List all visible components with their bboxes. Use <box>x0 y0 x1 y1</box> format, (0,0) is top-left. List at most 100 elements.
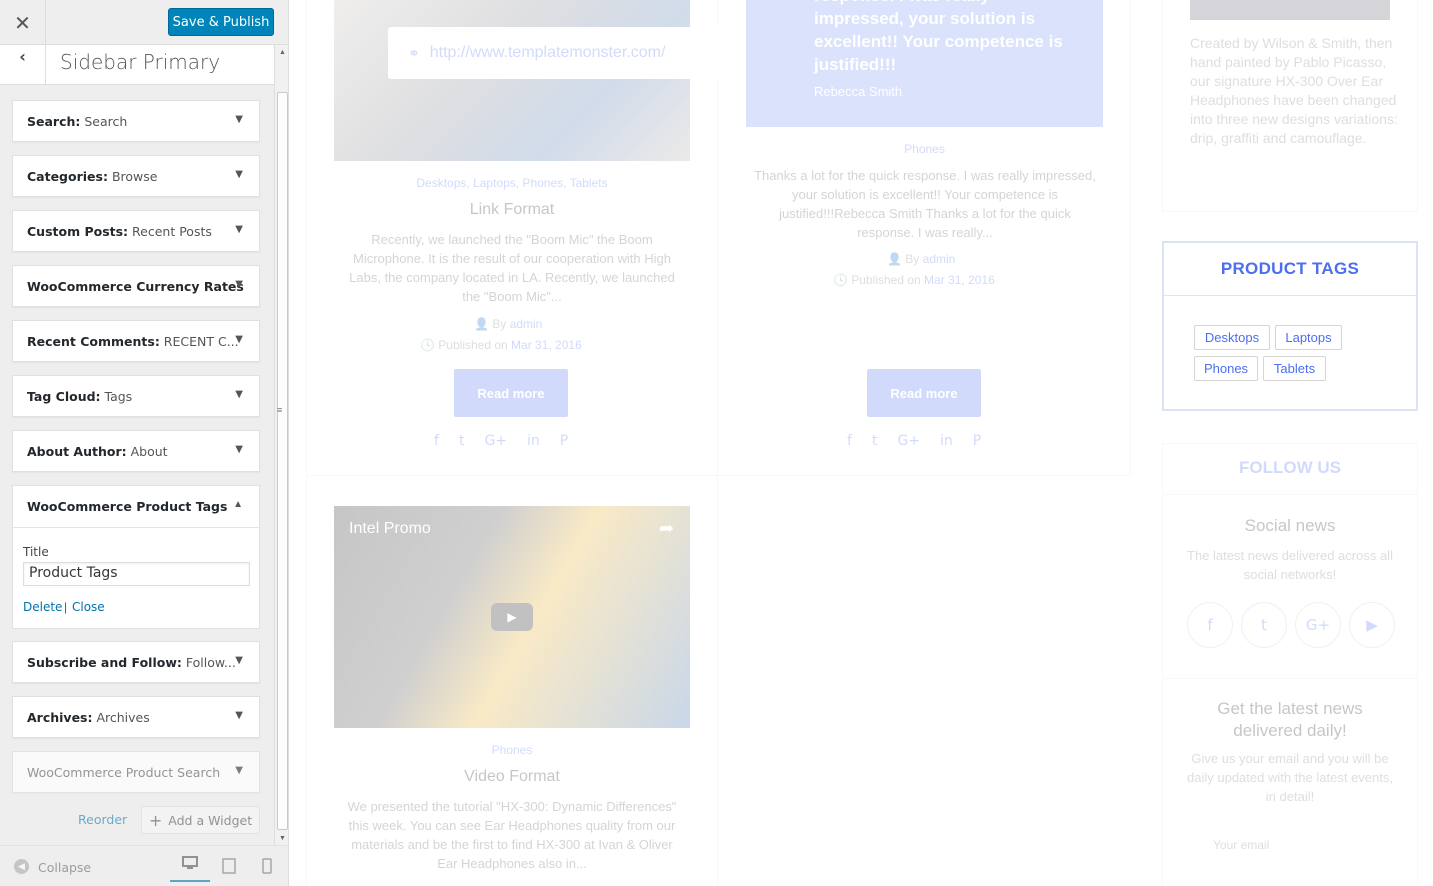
post-date-meta: 🕓 Published on Mar 31, 2016 <box>420 338 582 352</box>
save-publish-button[interactable]: Save & Publish <box>168 8 274 36</box>
expand-arrow-icon[interactable]: ▼ <box>235 389 243 400</box>
social-news-title: Social news <box>1244 516 1336 535</box>
link-separator: | <box>64 600 68 614</box>
author-link[interactable]: admin <box>923 252 956 266</box>
link-url[interactable]: http://www.templatemonster.com/ <box>430 44 666 62</box>
product-image[interactable] <box>1190 0 1390 20</box>
close-customizer-button[interactable]: ✕ <box>0 0 46 45</box>
linkedin-icon[interactable]: in <box>527 433 540 449</box>
expand-arrow-icon[interactable]: ▼ <box>235 334 243 345</box>
email-input[interactable]: Your email <box>1213 838 1269 852</box>
post-categories[interactable]: Desktops, Laptops, Phones, Tablets <box>334 176 690 190</box>
expand-arrow-icon[interactable]: ▼ <box>235 444 243 455</box>
widget-title: Tag Cloud: <box>27 389 101 404</box>
widget-tag-cloud[interactable]: Tag Cloud: Tags ▼ <box>12 375 260 417</box>
facebook-icon[interactable]: f <box>1187 602 1233 648</box>
tag-desktops[interactable]: Desktops <box>1194 325 1270 350</box>
play-icon[interactable]: ▶ <box>491 603 533 631</box>
share-icon[interactable]: ➦ <box>659 518 674 539</box>
panel-scrollbar[interactable]: ▲ ≡ ▼ <box>274 45 288 845</box>
widget-custom-posts[interactable]: Custom Posts: Recent Posts ▼ <box>12 210 260 252</box>
product-tags-widget: PRODUCT TAGS Desktops Laptops Phones Tab… <box>1162 241 1418 411</box>
link-box[interactable]: ⚭ http://www.templatemonster.com/ <box>388 27 722 79</box>
read-more-button[interactable]: Read more <box>867 369 981 417</box>
video-embed[interactable]: Intel Promo ➦ ▶ <box>334 506 690 728</box>
pinterest-icon[interactable]: P <box>560 433 568 449</box>
widget-subtitle: Archives <box>92 710 150 725</box>
section-header: ‹ Sidebar Primary <box>0 45 274 85</box>
widget-header[interactable]: WooCommerce Product Tags ▲ <box>13 486 259 528</box>
widget-title: Recent Comments: <box>27 334 160 349</box>
facebook-icon[interactable]: f <box>847 433 852 449</box>
follow-us-title: FOLLOW US <box>1239 458 1341 477</box>
add-widget-button[interactable]: + Add a Widget <box>141 806 260 834</box>
share-icons: f t G+ in P <box>847 433 981 449</box>
widget-subtitle: Follow... <box>181 655 236 670</box>
widget-subtitle: Search <box>80 114 128 129</box>
tag-laptops[interactable]: Laptops <box>1275 325 1342 350</box>
widget-archives[interactable]: Archives: Archives ▼ <box>12 696 260 738</box>
widget-about-author[interactable]: About Author: About ▼ <box>12 430 260 472</box>
pinterest-icon[interactable]: P <box>973 433 981 449</box>
tag-phones[interactable]: Phones <box>1194 356 1258 381</box>
linkedin-icon[interactable]: in <box>940 433 953 449</box>
twitter-icon[interactable]: t <box>872 433 878 449</box>
close-link[interactable]: Close <box>72 600 105 614</box>
by-label: By <box>905 252 920 266</box>
widget-title: Custom Posts: <box>27 224 129 239</box>
post-title[interactable]: Link Format <box>334 201 690 219</box>
quote-author: Rebecca Smith <box>814 84 903 99</box>
title-field[interactable]: Product Tags <box>23 562 250 586</box>
youtube-icon[interactable]: ▶ <box>1349 602 1395 648</box>
twitter-icon[interactable]: t <box>459 433 465 449</box>
expand-arrow-icon[interactable]: ▼ <box>235 224 243 235</box>
back-button[interactable]: ‹ <box>0 45 46 85</box>
expand-arrow-icon[interactable]: ▼ <box>235 655 243 666</box>
expand-arrow-icon[interactable]: ▼ <box>235 765 243 776</box>
clock-icon: 🕓 <box>833 273 848 287</box>
google-plus-icon[interactable]: G+ <box>1295 602 1341 648</box>
expand-arrow-icon[interactable]: ▼ <box>235 710 243 721</box>
widget-subtitle: Recent Posts <box>128 224 212 239</box>
scroll-up-arrow-icon[interactable]: ▲ <box>275 45 288 59</box>
collapse-label[interactable]: Collapse <box>38 860 91 875</box>
quote-box: response. I was really impressed, your s… <box>746 0 1103 127</box>
scroll-down-arrow-icon[interactable]: ▼ <box>275 831 288 845</box>
post-image[interactable]: ⚭ http://www.templatemonster.com/ <box>334 0 722 161</box>
tag-tablets[interactable]: Tablets <box>1263 356 1326 381</box>
widget-subtitle: Browse <box>107 169 158 184</box>
expand-arrow-icon[interactable]: ▼ <box>235 169 243 180</box>
scroll-thumb[interactable] <box>277 92 288 830</box>
customizer-header: ✕ Save & Publish <box>0 0 288 45</box>
widget-title: Archives: <box>27 710 93 725</box>
post-categories[interactable]: Phones <box>334 743 690 757</box>
post-date[interactable]: Mar 31, 2016 <box>511 338 582 352</box>
expand-arrow-icon[interactable]: ▼ <box>235 279 243 290</box>
widget-subscribe-follow[interactable]: Subscribe and Follow: Follow... ▼ <box>12 641 260 683</box>
widget-currency-rates[interactable]: WooCommerce Currency Rates ▼ <box>12 265 260 307</box>
divider <box>1163 678 1417 679</box>
post-title[interactable]: Video Format <box>334 768 690 786</box>
widget-categories[interactable]: Categories: Browse ▼ <box>12 155 260 197</box>
post-categories[interactable]: Phones <box>746 142 1103 156</box>
google-plus-icon[interactable]: G+ <box>484 433 507 449</box>
widget-title: WooCommerce Product Search <box>27 765 221 780</box>
delete-link[interactable]: Delete <box>23 600 62 614</box>
facebook-icon[interactable]: f <box>434 433 439 449</box>
widget-recent-comments[interactable]: Recent Comments: RECENT C... ▼ <box>12 320 260 362</box>
twitter-icon[interactable]: t <box>1241 602 1287 648</box>
video-title[interactable]: Intel Promo <box>349 520 431 538</box>
post-date[interactable]: Mar 31, 2016 <box>924 273 995 287</box>
mobile-preview-icon[interactable] <box>262 858 278 874</box>
tablet-preview-icon[interactable] <box>222 858 238 874</box>
google-plus-icon[interactable]: G+ <box>897 433 920 449</box>
widget-search[interactable]: Search: Search ▼ <box>12 100 260 142</box>
reorder-link[interactable]: Reorder <box>78 812 127 827</box>
author-link[interactable]: admin <box>510 317 543 331</box>
widget-product-search[interactable]: WooCommerce Product Search ▼ <box>12 751 260 793</box>
read-more-button[interactable]: Read more <box>454 369 568 417</box>
collapse-arrow-icon[interactable]: ◀ <box>14 859 29 874</box>
collapse-arrow-icon[interactable]: ▲ <box>233 499 243 510</box>
desktop-preview-icon[interactable] <box>170 856 210 882</box>
expand-arrow-icon[interactable]: ▼ <box>235 114 243 125</box>
